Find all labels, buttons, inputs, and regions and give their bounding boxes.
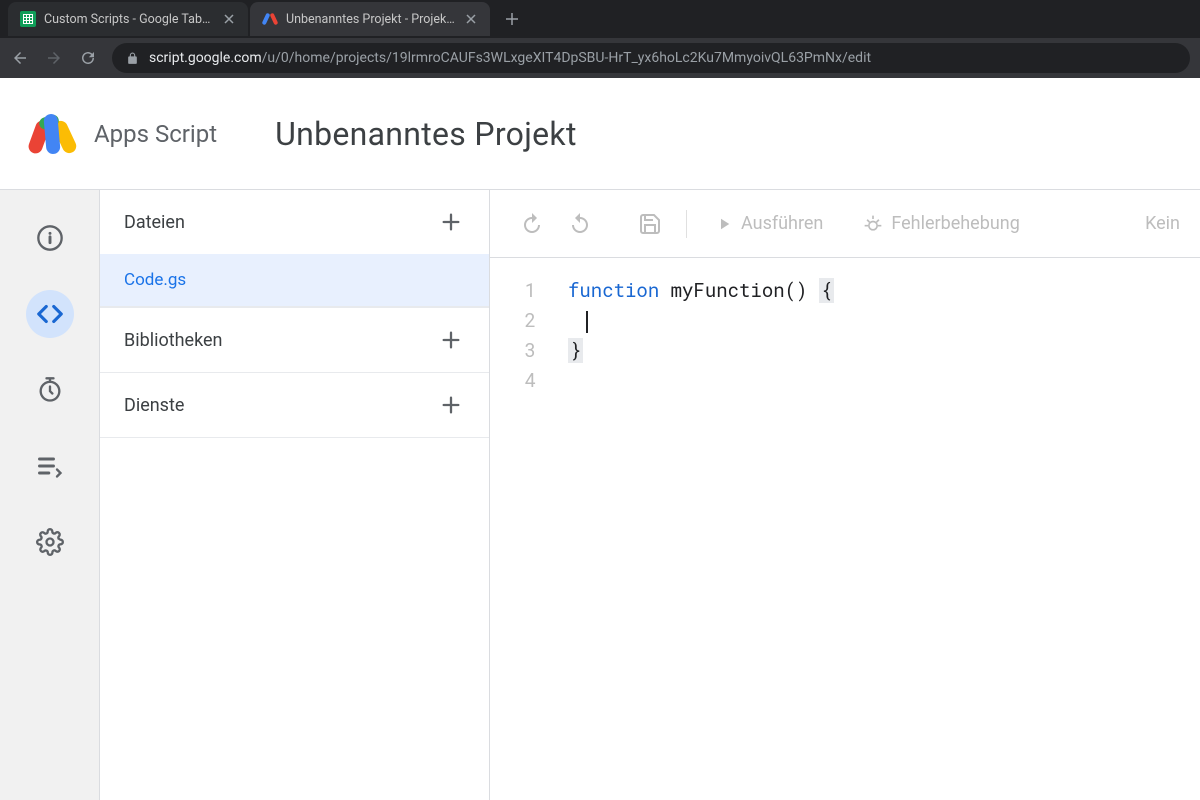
editor-toolbar: Ausführen Fehlerbehebung Kein	[490, 190, 1200, 258]
services-label: Dienste	[124, 395, 184, 416]
tab-title: Unbenanntes Projekt - Projekt-E	[286, 12, 456, 27]
files-label: Dateien	[124, 212, 185, 233]
side-panel: Dateien Code.gs Bibliotheken Dienste	[100, 190, 490, 800]
code-content[interactable]: function myFunction() { }	[550, 276, 1200, 396]
sheets-favicon-icon	[20, 11, 36, 27]
code-editor[interactable]: 1 2 3 4 function myFunction() { }	[490, 258, 1200, 396]
main-area: Dateien Code.gs Bibliotheken Dienste	[0, 190, 1200, 800]
run-label: Ausführen	[741, 213, 823, 234]
close-icon[interactable]	[222, 12, 236, 26]
close-icon[interactable]	[464, 12, 478, 26]
libraries-section: Bibliotheken	[100, 308, 489, 373]
line-gutter: 1 2 3 4	[490, 276, 550, 396]
app-name: Apps Script	[94, 120, 217, 148]
libraries-label: Bibliotheken	[124, 330, 223, 351]
tab-title: Custom Scripts - Google Tabellen	[44, 12, 214, 27]
triggers-button[interactable]	[26, 366, 74, 414]
new-tab-button[interactable]	[498, 5, 526, 33]
tab-strip: Custom Scripts - Google Tabellen Unbenan…	[0, 0, 1200, 38]
address-bar[interactable]: script.google.com/u/0/home/projects/19lr…	[112, 43, 1190, 73]
text-cursor-icon	[586, 311, 588, 333]
lock-icon	[126, 52, 139, 65]
redo-button[interactable]	[558, 202, 602, 246]
browser-chrome: Custom Scripts - Google Tabellen Unbenan…	[0, 0, 1200, 78]
reload-icon[interactable]	[78, 48, 98, 68]
back-icon[interactable]	[10, 48, 30, 68]
apps-script-favicon-icon	[262, 11, 278, 27]
run-button[interactable]: Ausführen	[701, 202, 837, 246]
undo-button[interactable]	[510, 202, 554, 246]
project-title[interactable]: Unbenanntes Projekt	[275, 115, 577, 153]
left-rail	[0, 190, 100, 800]
url-text: script.google.com/u/0/home/projects/19lr…	[149, 50, 871, 66]
browser-tab-active[interactable]: Unbenanntes Projekt - Projekt-E	[250, 2, 490, 36]
forward-icon[interactable]	[44, 48, 64, 68]
add-service-button[interactable]	[437, 391, 465, 419]
file-item[interactable]: Code.gs	[100, 254, 489, 307]
apps-script-logo-icon	[28, 110, 76, 158]
debug-button[interactable]: Fehlerbehebung	[849, 202, 1033, 246]
save-button[interactable]	[628, 202, 672, 246]
settings-button[interactable]	[26, 518, 74, 566]
browser-nav-bar: script.google.com/u/0/home/projects/19lr…	[0, 38, 1200, 78]
app-header: Apps Script Unbenanntes Projekt	[0, 78, 1200, 190]
function-selector[interactable]: Kein	[1145, 213, 1180, 234]
files-section: Dateien Code.gs	[100, 190, 489, 308]
overview-button[interactable]	[26, 214, 74, 262]
add-file-button[interactable]	[437, 208, 465, 236]
browser-tab[interactable]: Custom Scripts - Google Tabellen	[8, 2, 248, 36]
executions-button[interactable]	[26, 442, 74, 490]
editor-button[interactable]	[26, 290, 74, 338]
debug-label: Fehlerbehebung	[891, 213, 1019, 234]
add-library-button[interactable]	[437, 326, 465, 354]
services-section: Dienste	[100, 373, 489, 438]
separator	[686, 210, 687, 238]
editor-area: Ausführen Fehlerbehebung Kein 1 2 3 4 fu…	[490, 190, 1200, 800]
